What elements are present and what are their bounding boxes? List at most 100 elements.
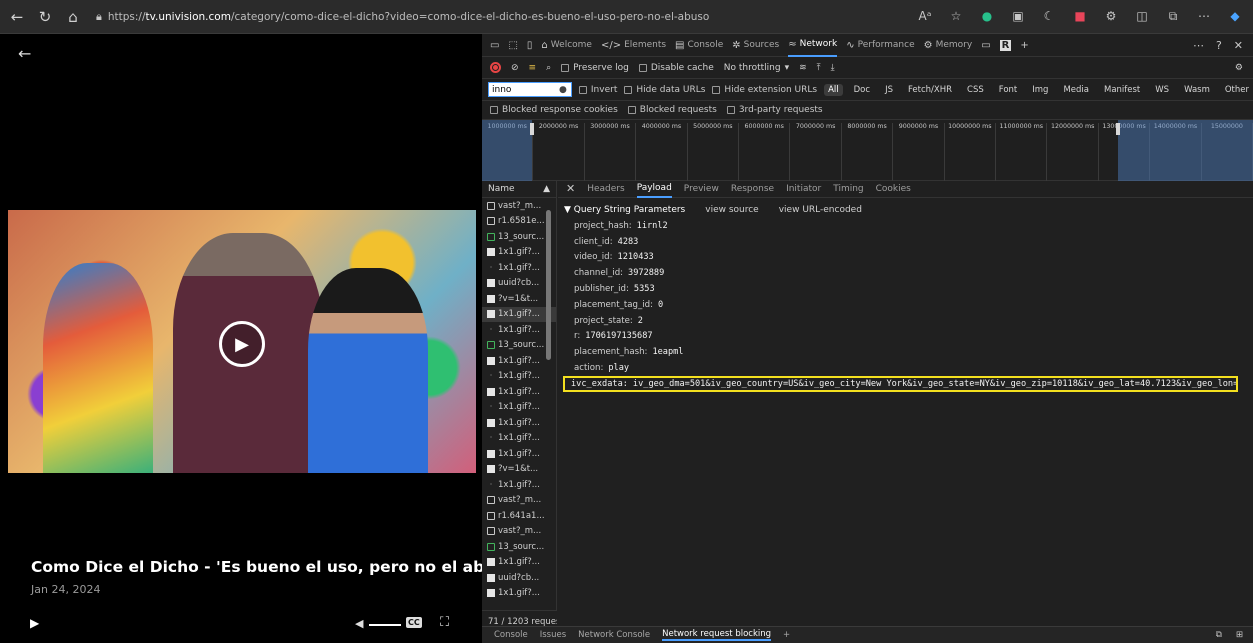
import-icon[interactable]: ⤒ bbox=[817, 63, 821, 73]
type-filter-font[interactable]: Font bbox=[995, 84, 1022, 96]
request-row[interactable]: · 1x1.gif?... bbox=[482, 400, 556, 416]
disable-cache-checkbox[interactable]: Disable cache bbox=[638, 63, 714, 73]
network-timeline[interactable]: 1000000 ms 2000000 ms 3000000 ms 4000000 ms… bbox=[482, 120, 1253, 181]
settings-icon[interactable]: ⚙ bbox=[1101, 6, 1121, 26]
request-row[interactable]: 1x1.gif?... bbox=[482, 446, 556, 462]
add-tab-icon[interactable]: + bbox=[1020, 34, 1028, 57]
extension-tab-icon[interactable]: R bbox=[999, 34, 1012, 57]
type-filter-doc[interactable]: Doc bbox=[850, 84, 874, 96]
shopping-icon[interactable]: ■ bbox=[1070, 6, 1090, 26]
request-row[interactable]: vast?_m... bbox=[482, 493, 556, 509]
tab-timing[interactable]: Timing bbox=[833, 180, 863, 198]
throttling-select[interactable]: No throttling ▾ bbox=[724, 63, 789, 73]
close-devtools-icon[interactable]: ✕ bbox=[1234, 39, 1243, 52]
application-icon[interactable]: ▭ bbox=[981, 34, 990, 57]
blocked-cookies-checkbox[interactable]: Blocked response cookies bbox=[490, 105, 618, 115]
extension-icon[interactable]: ● bbox=[977, 6, 997, 26]
volume-slider[interactable] bbox=[369, 624, 401, 626]
filter-toggle-icon[interactable]: ≡ bbox=[529, 63, 537, 73]
help-icon[interactable]: ? bbox=[1216, 39, 1222, 52]
more-icon[interactable]: ⋯ bbox=[1194, 6, 1214, 26]
type-filter-ws[interactable]: WS bbox=[1151, 84, 1173, 96]
network-settings-icon[interactable]: ⚙ bbox=[1235, 63, 1253, 73]
device-toolbar-icon[interactable]: ▭ bbox=[490, 34, 499, 57]
timeline-handle[interactable] bbox=[530, 123, 534, 135]
type-filter-js[interactable]: JS bbox=[881, 84, 897, 96]
request-row[interactable]: · 1x1.gif?... bbox=[482, 322, 556, 338]
add-drawer-tab-icon[interactable]: + bbox=[783, 630, 790, 640]
export-icon[interactable]: ⤓ bbox=[831, 63, 835, 73]
query-params-header[interactable]: ▼ Query String Parameters view source vi… bbox=[558, 201, 1253, 218]
close-detail-icon[interactable]: ✕ bbox=[566, 182, 575, 195]
request-row[interactable]: uuid?cb... bbox=[482, 276, 556, 292]
name-column-header[interactable]: Name ▲ bbox=[482, 180, 556, 198]
request-row[interactable]: · 1x1.gif?... bbox=[482, 260, 556, 276]
request-row[interactable]: 1x1.gif?... bbox=[482, 555, 556, 571]
hide-data-urls-checkbox[interactable]: Hide data URLs bbox=[624, 85, 705, 95]
third-party-checkbox[interactable]: 3rd-party requests bbox=[726, 105, 823, 115]
favorite-icon[interactable]: ☆ bbox=[946, 6, 966, 26]
request-row[interactable]: uuid?cb... bbox=[482, 570, 556, 586]
tab-network[interactable]: ≈ Network bbox=[788, 34, 838, 57]
type-filter-other[interactable]: Other bbox=[1221, 84, 1253, 96]
request-row[interactable]: vast?_m... bbox=[482, 198, 556, 214]
drawer-tab-network-console[interactable]: Network Console bbox=[578, 630, 650, 640]
tab-payload[interactable]: Payload bbox=[636, 180, 672, 198]
request-row[interactable]: · 1x1.gif?... bbox=[482, 369, 556, 385]
more-options-icon[interactable]: ⋯ bbox=[1193, 39, 1204, 52]
record-icon[interactable] bbox=[490, 62, 501, 73]
tab-cookies[interactable]: Cookies bbox=[876, 180, 911, 198]
request-row[interactable]: · 1x1.gif?... bbox=[482, 431, 556, 447]
request-row[interactable]: ?v=1&t... bbox=[482, 462, 556, 478]
view-source-link[interactable]: view source bbox=[705, 205, 758, 215]
tab-sources[interactable]: ✲ Sources bbox=[732, 34, 779, 57]
timeline-handle[interactable] bbox=[1116, 123, 1120, 135]
dock-icon[interactable]: ▯ bbox=[527, 34, 533, 57]
home-icon[interactable]: ⌂ bbox=[62, 6, 84, 28]
tab-initiator[interactable]: Initiator bbox=[786, 180, 821, 198]
request-row[interactable]: 1x1.gif?... bbox=[482, 245, 556, 261]
request-row[interactable]: 1x1.gif?... bbox=[482, 415, 556, 431]
type-filter-wasm[interactable]: Wasm bbox=[1180, 84, 1214, 96]
volume-icon[interactable]: ◀︎ bbox=[355, 617, 363, 630]
request-row[interactable]: 13_sourc... bbox=[482, 338, 556, 354]
request-row[interactable]: 1x1.gif?... bbox=[482, 586, 556, 602]
tab-welcome[interactable]: ⌂ Welcome bbox=[541, 34, 592, 57]
type-filter-all[interactable]: All bbox=[824, 83, 843, 96]
collections-icon[interactable]: ⧉ bbox=[1163, 6, 1183, 26]
clear-icon[interactable]: ⊘ bbox=[511, 63, 519, 73]
back-arrow-icon[interactable]: ← bbox=[18, 44, 31, 63]
tab-headers[interactable]: Headers bbox=[587, 180, 624, 198]
request-row[interactable]: 1x1.gif?... bbox=[482, 384, 556, 400]
search-icon[interactable]: ⌕ bbox=[546, 63, 551, 73]
request-row[interactable]: 13_sourc... bbox=[482, 539, 556, 555]
type-filter-media[interactable]: Media bbox=[1059, 84, 1093, 96]
type-filter-css[interactable]: CSS bbox=[963, 84, 988, 96]
type-filter-img[interactable]: Img bbox=[1028, 84, 1052, 96]
clear-filter-icon[interactable]: ● bbox=[559, 85, 567, 95]
type-filter-fetch-xhr[interactable]: Fetch/XHR bbox=[904, 84, 956, 96]
tab-console[interactable]: ▤ Console bbox=[675, 34, 723, 57]
refresh-icon[interactable]: ↻ bbox=[34, 6, 56, 28]
filter-input[interactable]: inno ● bbox=[488, 82, 572, 97]
drawer-tab-console[interactable]: Console bbox=[494, 630, 528, 640]
request-row[interactable]: r1.641a1... bbox=[482, 508, 556, 524]
play-icon[interactable]: ▶ bbox=[219, 321, 265, 367]
request-row[interactable]: r1.6581e... bbox=[482, 214, 556, 230]
view-url-encoded-link[interactable]: view URL-encoded bbox=[779, 205, 862, 215]
video-frame[interactable]: ▶ bbox=[8, 210, 476, 473]
captions-button[interactable]: CC bbox=[406, 617, 422, 628]
tab-preview[interactable]: Preview bbox=[684, 180, 719, 198]
request-row[interactable]: 1x1.gif?... bbox=[482, 306, 556, 322]
drawer-tab-issues[interactable]: Issues bbox=[540, 630, 566, 640]
request-row[interactable]: 13_sourc... bbox=[482, 229, 556, 245]
tab-memory[interactable]: ⚙ Memory bbox=[924, 34, 973, 57]
inspect-icon[interactable]: ⬚ bbox=[508, 34, 517, 57]
type-filter-manifest[interactable]: Manifest bbox=[1100, 84, 1144, 96]
hide-extension-urls-checkbox[interactable]: Hide extension URLs bbox=[712, 85, 817, 95]
sidebar-icon[interactable]: ◫ bbox=[1132, 6, 1152, 26]
expand-drawer-icon[interactable]: ⊞ bbox=[1236, 630, 1243, 640]
network-conditions-icon[interactable]: ≋ bbox=[799, 63, 807, 73]
preserve-log-checkbox[interactable]: Preserve log bbox=[561, 63, 629, 73]
request-row[interactable]: · 1x1.gif?... bbox=[482, 477, 556, 493]
